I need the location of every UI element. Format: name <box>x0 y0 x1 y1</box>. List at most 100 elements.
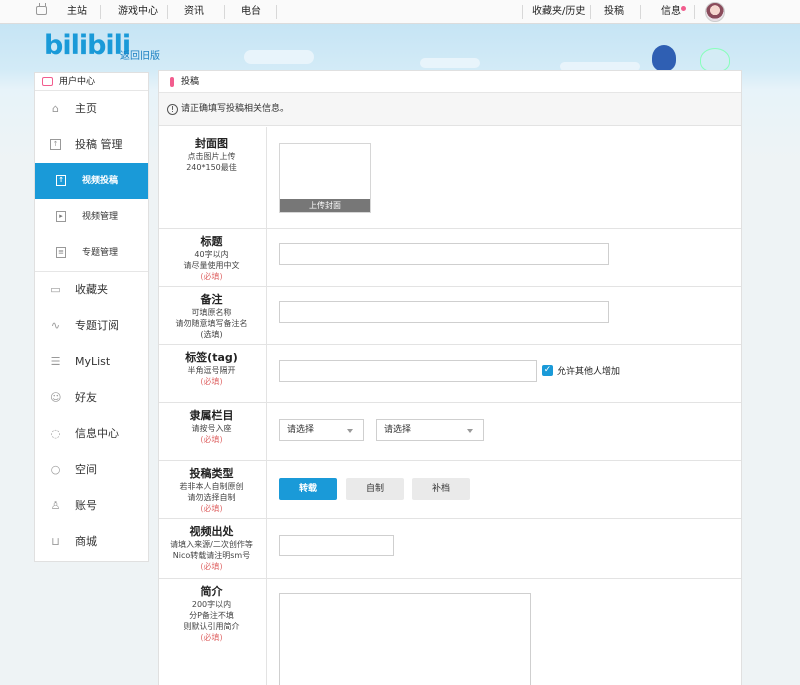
field-desc: 200字以内 <box>191 600 232 609</box>
field-desc: 请勿随意填写备注名 <box>175 319 248 328</box>
type-reupload-button[interactable]: 补档 <box>412 478 470 500</box>
sidebar-item-label: MyList <box>75 355 111 368</box>
required-hint: (必填) <box>200 377 223 386</box>
divider <box>224 5 225 19</box>
field-title: 封面图 <box>195 137 228 150</box>
nav-news[interactable]: 资讯 <box>184 0 204 24</box>
optional-hint: (选填) <box>200 330 223 339</box>
sidebar-item-label: 收藏夹 <box>75 283 108 296</box>
field-desc: 点击图片上传 <box>187 152 236 161</box>
sidebar-item-mylist[interactable]: ☰ MyList <box>35 344 148 380</box>
bilibili-logo[interactable]: bilibili <box>44 30 131 61</box>
sidebar-item-upload-manage[interactable]: ↑ 投稿 管理 <box>35 127 148 163</box>
tag-input[interactable] <box>279 360 537 382</box>
upload-cover-button[interactable]: 上传封面 <box>280 199 370 212</box>
field-title: 投稿类型 <box>189 467 234 480</box>
type-original-button[interactable]: 自制 <box>346 478 404 500</box>
category-row: 隶属栏目 请按号入座 (必填) 请选择 请选择 <box>159 403 741 461</box>
cover-row: 封面图 点击图片上传 240*150最佳 上传封面 <box>159 127 741 229</box>
allow-others-checkbox[interactable]: ✓ <box>542 365 553 376</box>
intro-textarea[interactable] <box>279 593 531 685</box>
mascot-33-image <box>700 48 730 72</box>
nav-upload[interactable]: 投稿 <box>604 0 624 24</box>
nav-main-site[interactable]: 主站 <box>67 0 87 24</box>
chevron-down-icon <box>347 429 353 433</box>
note-input[interactable] <box>279 301 609 323</box>
cloud-decoration <box>244 50 314 64</box>
field-desc: 请填入来源/二次创作等 <box>170 540 253 549</box>
cover-upload-area[interactable]: 上传封面 <box>279 143 371 213</box>
sidebar-item-video-upload[interactable]: ↑ 视频投稿 <box>35 163 148 199</box>
field-title: 标签(tag) <box>185 351 238 364</box>
sidebar-item-shop[interactable]: ⊔ 商城 <box>35 524 148 560</box>
source-input[interactable] <box>279 535 394 556</box>
category-label: 隶属栏目 请按号入座 (必填) <box>159 403 267 460</box>
category-select-primary[interactable]: 请选择 <box>279 419 364 441</box>
type-repost-button[interactable]: 转载 <box>279 478 337 500</box>
nav-radio[interactable]: 电台 <box>241 0 261 24</box>
divider <box>694 5 695 19</box>
divider <box>522 5 523 19</box>
sidebar-item-topic-subscribe[interactable]: ∿ 专题订阅 <box>35 308 148 344</box>
field-desc: 请勿选择自制 <box>187 493 236 502</box>
field-desc: 半角逗号隔开 <box>187 366 236 375</box>
field-desc: 240*150最佳 <box>186 163 237 172</box>
type-row: 投稿类型 若非本人自制原创 请勿选择自制 (必填) 转载 自制 补档 <box>159 461 741 519</box>
field-desc: 可填原名称 <box>191 308 232 317</box>
tv-icon <box>42 77 53 86</box>
sidebar-item-label: 视频管理 <box>82 212 119 222</box>
sidebar-item-video-manage[interactable]: ▸ 视频管理 <box>35 199 148 235</box>
notice-bar: ! 请正确填写投稿相关信息。 <box>159 93 741 126</box>
sidebar-header: 用户中心 <box>35 73 148 91</box>
avatar[interactable] <box>705 2 725 22</box>
sidebar-item-account[interactable]: ♙ 账号 <box>35 488 148 524</box>
nav-favorites-history[interactable]: 收藏夹/历史 <box>532 0 585 24</box>
upload-panel: 投稿 ! 请正确填写投稿相关信息。 封面图 点击图片上传 240*150最佳 上… <box>158 70 742 685</box>
tag-row: 标签(tag) 半角逗号隔开 (必填) ✓ 允许其他人增加 <box>159 345 741 403</box>
field-title: 简介 <box>200 585 223 598</box>
sidebar-item-friends[interactable]: ☺ 好友 <box>35 380 148 416</box>
document-icon: ≡ <box>56 247 66 258</box>
title-input[interactable] <box>279 243 609 265</box>
sidebar-item-label: 视频投稿 <box>82 176 119 186</box>
back-to-old-version-link[interactable]: 返回旧版 <box>120 47 160 62</box>
divider <box>640 5 641 19</box>
divider <box>167 5 168 19</box>
field-desc: 请按号入座 <box>191 424 232 433</box>
field-title: 备注 <box>200 293 223 306</box>
home-icon: ⌂ <box>52 102 59 115</box>
field-desc: 分P备注不填 <box>189 611 234 620</box>
sidebar-item-label: 专题管理 <box>82 248 119 258</box>
section-marker-icon <box>170 77 174 87</box>
message-icon: ◌ <box>50 427 61 440</box>
title-label: 标题 40字以内 请尽量使用中文 (必填) <box>159 229 267 286</box>
sidebar-item-label: 好友 <box>75 391 97 404</box>
select-value: 请选择 <box>287 425 315 435</box>
field-desc: Nico转载请注明sm号 <box>172 551 251 560</box>
required-hint: (必填) <box>200 435 223 444</box>
chart-icon: ∿ <box>50 319 61 332</box>
intro-row: 简介 200字以内 分P备注不填 则默认引用简介 (必填) <box>159 579 741 685</box>
title-row: 标题 40字以内 请尽量使用中文 (必填) <box>159 229 741 287</box>
sidebar-item-space[interactable]: ○ 空间 <box>35 452 148 488</box>
folder-icon: ▭ <box>50 283 61 296</box>
nav-messages[interactable]: 信息 <box>661 0 681 24</box>
sidebar-item-home[interactable]: ⌂ 主页 <box>35 91 148 127</box>
category-select-secondary[interactable]: 请选择 <box>376 419 484 441</box>
top-bar: 主站 游戏中心 资讯 电台 收藏夹/历史 投稿 信息 <box>0 0 800 24</box>
chevron-down-icon <box>467 429 473 433</box>
sidebar-item-message-center[interactable]: ◌ 信息中心 <box>35 416 148 452</box>
tv-icon[interactable] <box>36 6 47 15</box>
upload-icon: ↑ <box>56 175 66 186</box>
field-desc: 若非本人自制原创 <box>179 482 244 491</box>
required-hint: (必填) <box>200 272 223 281</box>
sidebar-header-label: 用户中心 <box>59 77 96 87</box>
sidebar-item-topic-manage[interactable]: ≡ 专题管理 <box>35 235 148 271</box>
tag-label: 标签(tag) 半角逗号隔开 (必填) <box>159 345 267 402</box>
field-desc: 请尽量使用中文 <box>183 261 240 270</box>
sidebar-item-favorites[interactable]: ▭ 收藏夹 <box>35 272 148 308</box>
sidebar-item-label: 账号 <box>75 499 97 512</box>
nav-game-center[interactable]: 游戏中心 <box>118 0 158 24</box>
field-title: 视频出处 <box>189 525 234 538</box>
required-hint: (必填) <box>200 633 223 642</box>
